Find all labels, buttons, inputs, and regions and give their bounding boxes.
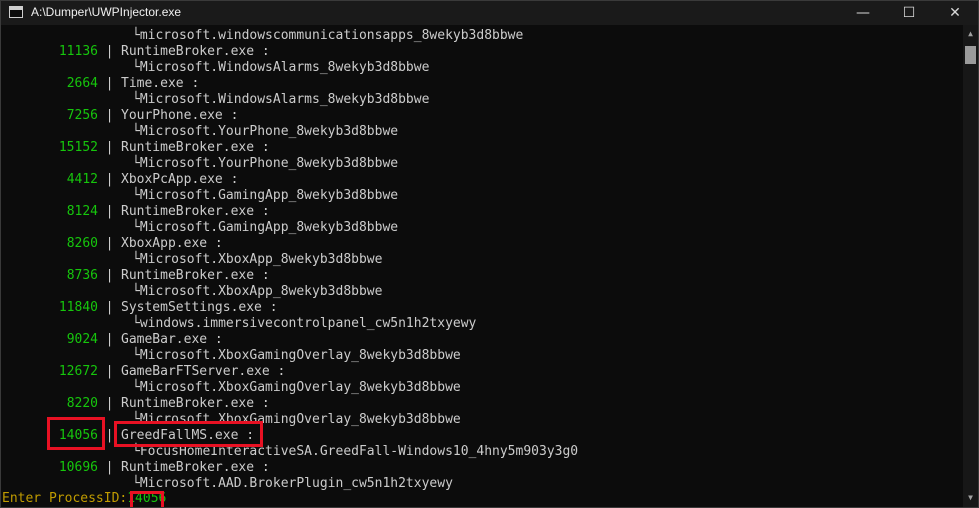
package-line: └Microsoft.GamingApp_8wekyb3d8bbwe bbox=[132, 188, 399, 203]
scroll-down-arrow-icon[interactable]: ▼ bbox=[963, 491, 978, 505]
scroll-up-arrow-icon[interactable]: ▲ bbox=[963, 27, 978, 41]
process-id: 15152 bbox=[58, 140, 98, 155]
package-line: └Microsoft.XboxGamingOverlay_8wekyb3d8bb… bbox=[132, 380, 461, 395]
column-separator: | bbox=[105, 332, 114, 347]
process-line: 15152 | RuntimeBroker.exe : bbox=[1, 140, 578, 156]
column-separator: | bbox=[105, 396, 114, 411]
process-id: 4412 bbox=[66, 172, 98, 187]
column-separator: | bbox=[105, 108, 114, 123]
package-line: └Microsoft.YourPhone_8wekyb3d8bbwe bbox=[132, 124, 399, 139]
process-id: 11840 bbox=[58, 300, 98, 315]
window-title: A:\Dumper\UWPInjector.exe bbox=[31, 5, 182, 19]
process-name: SystemSettings.exe : bbox=[121, 300, 278, 315]
title-bar[interactable]: A:\Dumper\UWPInjector.exe — ☐ ✕ bbox=[1, 1, 978, 25]
process-line: 9024 | GameBar.exe : bbox=[1, 332, 578, 348]
package-line: └Microsoft.WindowsAlarms_8wekyb3d8bbwe bbox=[132, 60, 430, 75]
process-line: 8260 | XboxApp.exe : bbox=[1, 236, 578, 252]
process-line: 8736 | RuntimeBroker.exe : bbox=[1, 268, 578, 284]
column-separator: | bbox=[105, 364, 114, 379]
prompt-label: Enter ProcessID: bbox=[2, 491, 128, 506]
column-separator: | bbox=[105, 300, 114, 315]
column-separator: | bbox=[105, 76, 114, 91]
process-name: GameBarFTServer.exe : bbox=[121, 364, 286, 379]
column-separator: | bbox=[105, 460, 114, 475]
highlight-box-input bbox=[130, 491, 164, 507]
process-name: XboxApp.exe : bbox=[121, 236, 223, 251]
package-line: └windows.immersivecontrolpanel_cw5n1h2tx… bbox=[132, 316, 477, 331]
process-line: 8220 | RuntimeBroker.exe : bbox=[1, 396, 578, 412]
process-name: GameBar.exe : bbox=[121, 332, 223, 347]
process-line: 11136 | RuntimeBroker.exe : bbox=[1, 44, 578, 60]
highlight-box-process-name bbox=[114, 421, 263, 447]
package-line: └Microsoft.YourPhone_8wekyb3d8bbwe bbox=[132, 156, 399, 171]
process-id: 7256 bbox=[66, 108, 98, 123]
process-id: 8736 bbox=[66, 268, 98, 283]
process-line: 7256 | YourPhone.exe : bbox=[1, 108, 578, 124]
package-line: └Microsoft.XboxApp_8wekyb3d8bbwe bbox=[132, 252, 383, 267]
highlight-box-pid bbox=[47, 417, 105, 450]
process-id: 8124 bbox=[66, 204, 98, 219]
package-line: └microsoft.windowscommunicationsapps_8we… bbox=[132, 28, 524, 43]
package-line: └Microsoft.XboxGamingOverlay_8wekyb3d8bb… bbox=[132, 348, 461, 363]
process-id: 9024 bbox=[66, 332, 98, 347]
package-line: └Microsoft.XboxApp_8wekyb3d8bbwe bbox=[132, 284, 383, 299]
maximize-button[interactable]: ☐ bbox=[886, 1, 932, 25]
column-separator: | bbox=[105, 172, 114, 187]
close-button[interactable]: ✕ bbox=[932, 1, 978, 25]
column-separator: | bbox=[105, 140, 114, 155]
process-name: Time.exe : bbox=[121, 76, 200, 91]
minimize-button[interactable]: — bbox=[840, 1, 886, 25]
process-line: 10696 | RuntimeBroker.exe : bbox=[1, 460, 578, 476]
process-id: 2664 bbox=[66, 76, 98, 91]
process-line: 12672 | GameBarFTServer.exe : bbox=[1, 364, 578, 380]
column-separator: | bbox=[105, 204, 114, 219]
process-name: RuntimeBroker.exe : bbox=[121, 44, 270, 59]
process-name: RuntimeBroker.exe : bbox=[121, 268, 270, 283]
process-id: 12672 bbox=[58, 364, 98, 379]
column-separator: | bbox=[105, 236, 114, 251]
process-id: 10696 bbox=[58, 460, 98, 475]
process-name: RuntimeBroker.exe : bbox=[121, 140, 270, 155]
console-window: A:\Dumper\UWPInjector.exe — ☐ ✕ └microso… bbox=[0, 0, 979, 508]
process-line: 2664 | Time.exe : bbox=[1, 76, 578, 92]
column-separator: | bbox=[105, 44, 114, 59]
process-name: YourPhone.exe : bbox=[121, 108, 239, 123]
process-id: 11136 bbox=[58, 44, 98, 59]
package-line: └Microsoft.AAD.BrokerPlugin_cw5n1h2txyew… bbox=[132, 476, 453, 491]
process-line: 11840 | SystemSettings.exe : bbox=[1, 300, 578, 316]
package-line: └Microsoft.WindowsAlarms_8wekyb3d8bbwe bbox=[132, 92, 430, 107]
package-line: └Microsoft.GamingApp_8wekyb3d8bbwe bbox=[132, 220, 399, 235]
process-id: 8260 bbox=[66, 236, 98, 251]
process-id: 8220 bbox=[66, 396, 98, 411]
console-output[interactable]: └microsoft.windowscommunicationsapps_8we… bbox=[1, 25, 961, 507]
process-line: 8124 | RuntimeBroker.exe : bbox=[1, 204, 578, 220]
process-name: RuntimeBroker.exe : bbox=[121, 460, 270, 475]
process-name: RuntimeBroker.exe : bbox=[121, 204, 270, 219]
process-name: XboxPcApp.exe : bbox=[121, 172, 239, 187]
process-name: RuntimeBroker.exe : bbox=[121, 396, 270, 411]
column-separator: | bbox=[105, 268, 114, 283]
vertical-scrollbar[interactable]: ▲ ▼ bbox=[963, 25, 978, 507]
console-app-icon bbox=[9, 6, 23, 18]
scrollbar-thumb[interactable] bbox=[965, 46, 976, 64]
process-line: 4412 | XboxPcApp.exe : bbox=[1, 172, 578, 188]
